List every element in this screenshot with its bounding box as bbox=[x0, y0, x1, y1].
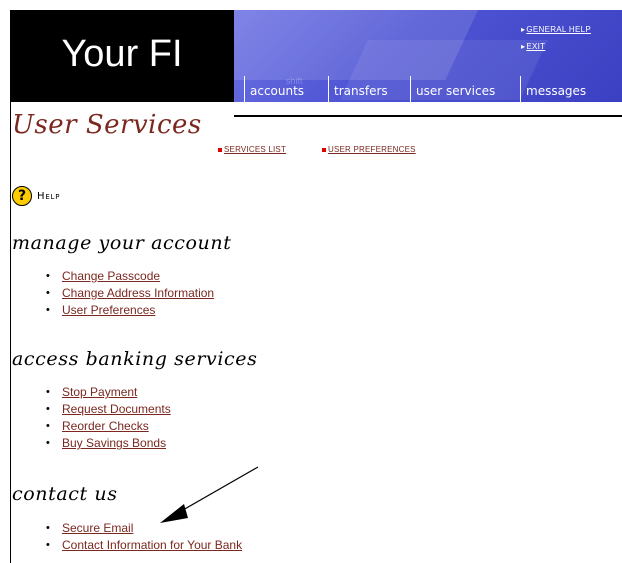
list-item: Change Passcode bbox=[14, 268, 214, 285]
help-link[interactable]: ? Help bbox=[12, 186, 60, 206]
request-documents-link[interactable]: Request Documents bbox=[62, 402, 171, 416]
list-item: Change Address Information bbox=[14, 285, 214, 302]
contact-information-link[interactable]: Contact Information for Your Bank bbox=[62, 538, 242, 552]
change-passcode-link[interactable]: Change Passcode bbox=[62, 269, 160, 283]
list-item: Request Documents bbox=[14, 401, 171, 418]
list-item: User Preferences bbox=[14, 302, 214, 319]
banking-services-list: Stop Payment Request Documents Reorder C… bbox=[14, 384, 171, 452]
exit-link[interactable]: ▸EXIT bbox=[521, 42, 545, 51]
section-heading-contact-us: contact us bbox=[12, 483, 118, 505]
section-heading-banking-services: access banking services bbox=[12, 348, 258, 370]
list-item: Reorder Checks bbox=[14, 418, 171, 435]
reorder-checks-link[interactable]: Reorder Checks bbox=[62, 419, 149, 433]
chevron-right-icon: ▸ bbox=[521, 25, 526, 34]
page-title: User Services bbox=[12, 110, 202, 140]
logo-text: Your FI bbox=[61, 32, 183, 75]
red-square-bullet-icon bbox=[322, 147, 326, 152]
buy-savings-bonds-link[interactable]: Buy Savings Bonds bbox=[62, 436, 166, 450]
section-heading-manage-account: manage your account bbox=[12, 232, 232, 254]
tab-user-services[interactable]: user services bbox=[410, 76, 495, 102]
list-item: Stop Payment bbox=[14, 384, 171, 401]
secure-email-link[interactable]: Secure Email bbox=[62, 521, 133, 535]
chevron-right-icon: ▸ bbox=[521, 42, 526, 51]
manage-account-list: Change Passcode Change Address Informati… bbox=[14, 268, 214, 319]
fi-logo: Your FI bbox=[10, 10, 234, 102]
general-help-label: GENERAL HELP bbox=[526, 25, 591, 34]
stop-payment-link[interactable]: Stop Payment bbox=[62, 385, 137, 399]
services-list-label: SERVICES LIST bbox=[224, 145, 287, 154]
tab-transfers[interactable]: transfers bbox=[328, 76, 388, 102]
tab-accounts[interactable]: accounts bbox=[244, 76, 304, 102]
red-square-bullet-icon bbox=[218, 147, 222, 152]
services-list-link[interactable]: SERVICES LIST bbox=[218, 145, 286, 154]
user-preferences-item-link[interactable]: User Preferences bbox=[62, 303, 155, 317]
help-label: Help bbox=[37, 190, 61, 202]
annotation-arrow-icon bbox=[160, 466, 259, 523]
help-question-icon[interactable]: ? bbox=[12, 186, 32, 206]
change-address-link[interactable]: Change Address Information bbox=[62, 286, 214, 300]
title-divider bbox=[234, 115, 622, 117]
left-border-rule bbox=[10, 102, 11, 563]
user-preferences-link[interactable]: USER PREFERENCES bbox=[322, 145, 416, 154]
exit-label: EXIT bbox=[526, 42, 546, 51]
user-preferences-label: USER PREFERENCES bbox=[328, 145, 416, 154]
list-item: Contact Information for Your Bank bbox=[14, 537, 242, 554]
tab-messages[interactable]: messages bbox=[520, 76, 586, 102]
list-item: Buy Savings Bonds bbox=[14, 435, 171, 452]
general-help-link[interactable]: ▸GENERAL HELP bbox=[521, 25, 591, 34]
header-banner: shift ▸GENERAL HELP ▸EXIT accounts trans… bbox=[234, 10, 622, 102]
